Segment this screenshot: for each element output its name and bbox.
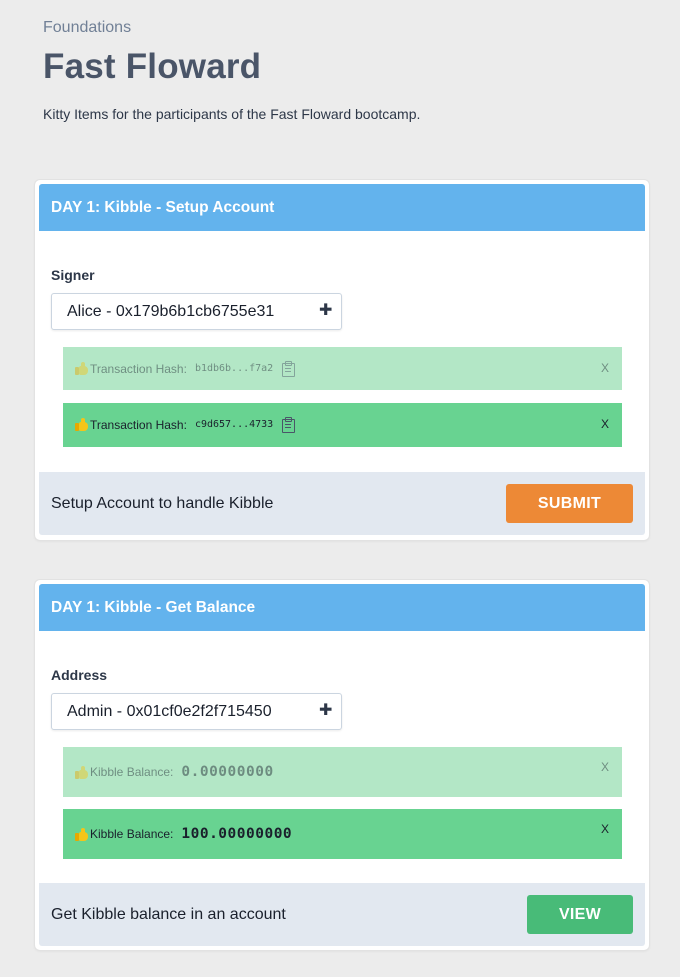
close-result-button[interactable]: X <box>601 822 609 836</box>
result-line: Kibble Balance: 100.00000000 <box>75 826 292 842</box>
transaction-hash-value: c9d657...4733 <box>194 419 274 430</box>
transaction-result-active: Transaction Hash: c9d657...4733 X <box>63 403 622 447</box>
kibble-balance-value: 100.00000000 <box>181 826 293 842</box>
thumbs-up-icon <box>75 362 90 375</box>
close-result-button[interactable]: X <box>601 361 609 375</box>
get-balance-card: DAY 1: Kibble - Get Balance Address Admi… <box>35 580 649 950</box>
card-header: DAY 1: Kibble - Setup Account <box>39 184 645 231</box>
close-result-button[interactable]: X <box>601 760 609 774</box>
submit-button[interactable]: SUBMIT <box>506 484 633 523</box>
address-select[interactable]: Admin - 0x01cf0e2f2f715450 ✚ <box>51 693 342 730</box>
transaction-hash-label: Transaction Hash: <box>90 361 187 376</box>
close-result-button[interactable]: X <box>601 417 609 431</box>
card-title: DAY 1: Kibble - Get Balance <box>51 599 256 616</box>
result-line: Kibble Balance: 0.00000000 <box>75 764 274 780</box>
card-footer: Get Kibble balance in an account VIEW <box>39 883 645 946</box>
setup-account-card: DAY 1: Kibble - Setup Account Signer Ali… <box>35 180 649 540</box>
clipboard-icon[interactable] <box>282 417 296 433</box>
balance-result-active: Kibble Balance: 100.00000000 X <box>63 809 622 859</box>
kibble-balance-label: Kibble Balance: <box>90 827 174 841</box>
page-description: Kitty Items for the participants of the … <box>43 106 421 122</box>
footer-text: Setup Account to handle Kibble <box>51 495 274 512</box>
view-button[interactable]: VIEW <box>527 895 633 934</box>
result-line: Transaction Hash: c9d657...4733 <box>75 417 296 433</box>
clipboard-icon[interactable] <box>282 361 296 377</box>
address-label: Address <box>51 667 108 683</box>
thumbs-up-icon <box>75 827 90 841</box>
signer-select-value: Alice - 0x179b6b1cb6755e31 <box>67 303 275 320</box>
card-header: DAY 1: Kibble - Get Balance <box>39 584 645 631</box>
balance-result-faded: Kibble Balance: 0.00000000 X <box>63 747 622 797</box>
transaction-result-faded: Transaction Hash: b1db6b...f7a2 X <box>63 347 622 390</box>
thumbs-up-icon <box>75 765 90 779</box>
signer-select[interactable]: Alice - 0x179b6b1cb6755e31 ✚ <box>51 293 342 330</box>
signer-label: Signer <box>51 267 95 283</box>
card-title: DAY 1: Kibble - Setup Account <box>51 199 275 216</box>
address-select-value: Admin - 0x01cf0e2f2f715450 <box>67 703 272 720</box>
page-title: Fast Floward <box>43 47 262 86</box>
transaction-hash-value: b1db6b...f7a2 <box>194 363 274 374</box>
section-label: Foundations <box>43 19 132 36</box>
plus-icon[interactable]: ✚ <box>319 302 332 320</box>
card-footer: Setup Account to handle Kibble SUBMIT <box>39 472 645 535</box>
kibble-balance-value: 0.00000000 <box>181 764 274 780</box>
thumbs-up-icon <box>75 418 90 431</box>
footer-text: Get Kibble balance in an account <box>51 906 286 923</box>
transaction-hash-label: Transaction Hash: <box>90 417 187 432</box>
kibble-balance-label: Kibble Balance: <box>90 765 174 779</box>
result-line: Transaction Hash: b1db6b...f7a2 <box>75 361 296 377</box>
plus-icon[interactable]: ✚ <box>319 702 332 720</box>
